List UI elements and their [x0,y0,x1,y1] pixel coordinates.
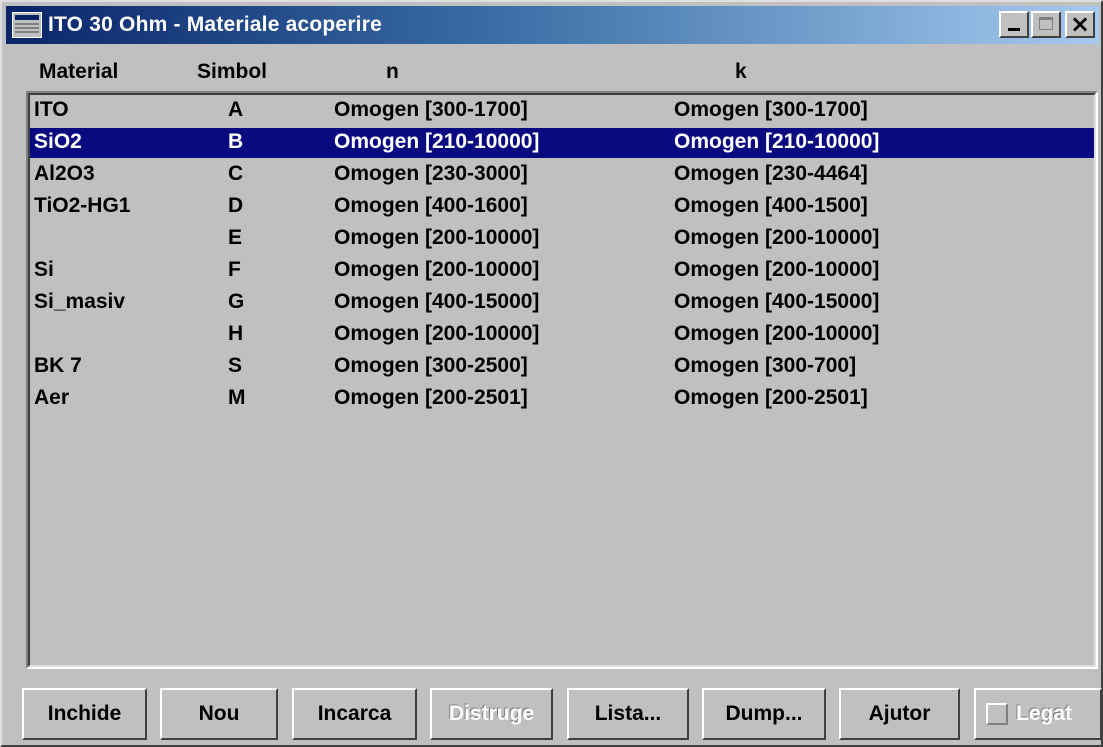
material-cell: BK 7 [34,354,82,377]
k-cell: Omogen [300-1700] [674,98,868,121]
window-title: ITO 30 Ohm - Materiale acoperire [48,13,382,36]
material-cell: SiO2 [34,130,82,153]
symbol-cell: D [228,194,244,217]
close-window-button[interactable]: × [1065,10,1095,38]
list-item[interactable]: TiO2-HG1 D Omogen [400-1600] Omogen [400-15… [30,192,1094,222]
list-button[interactable]: Lista... [567,688,689,740]
symbol-cell: M [228,386,246,409]
list-item[interactable]: ITO A Omogen [300-1700] Omogen [300-1700] [30,96,1094,126]
title-bar[interactable]: ITO 30 Ohm - Materiale acoperire × [6,6,1099,44]
n-cell: Omogen [300-1700] [334,98,528,121]
linked-checkbox-label: Legat [1016,702,1073,725]
k-cell: Omogen [200-2501] [674,386,868,409]
list-item[interactable]: Si_masiv G Omogen [400-15000] Omogen [400-1… [30,288,1094,318]
k-cell: Omogen [400-1500] [674,194,868,217]
material-cell: ITO [34,98,69,121]
load-button[interactable]: Incarca [292,688,417,740]
k-cell: Omogen [200-10000] [674,226,880,249]
destroy-button: Distruge [430,688,553,740]
n-cell: Omogen [300-2500] [334,354,528,377]
symbol-cell: G [228,290,245,313]
linked-checkbox: Legat [974,688,1102,740]
column-header-symbol: Simbol [197,60,268,83]
symbol-cell: A [228,98,244,121]
symbol-cell: C [228,162,244,185]
column-header-n: n [386,60,399,83]
list-item[interactable]: SiO2 B Omogen [210-10000] Omogen [210-10000… [30,128,1094,158]
list-item[interactable]: H Omogen [200-10000] Omogen [200-10000] [30,320,1094,350]
material-cell: Aer [34,386,70,409]
checkbox-box [986,703,1008,725]
materials-list-content: ITO A Omogen [300-1700] Omogen [300-1700] Si… [28,93,1096,667]
k-cell: Omogen [210-10000] [674,130,880,153]
n-cell: Omogen [200-10000] [334,258,540,281]
symbol-cell: E [228,226,243,249]
k-cell: Omogen [300-700] [674,354,857,377]
materials-list[interactable]: ITO A Omogen [300-1700] Omogen [300-1700] Si… [26,91,1098,669]
k-cell: Omogen [400-15000] [674,290,880,313]
k-cell: Omogen [200-10000] [674,322,880,345]
column-header-k: k [735,60,747,83]
material-cell: Si_masiv [34,290,126,313]
column-header-material: Material [39,60,119,83]
maximize-button [1031,11,1061,38]
dump-button[interactable]: Dump... [702,688,826,740]
close-button[interactable]: Inchide [22,688,147,740]
window-controls: × [999,10,1095,38]
help-button[interactable]: Ajutor [839,688,960,740]
list-item[interactable]: BK 7 S Omogen [300-2500] Omogen [300-700] [30,352,1094,382]
n-cell: Omogen [400-15000] [334,290,540,313]
column-headers: Material Simbol n k [2,60,1103,90]
material-cell: Al2O3 [34,162,95,185]
maximize-icon [1039,17,1053,30]
symbol-cell: B [228,130,244,153]
n-cell: Omogen [200-2501] [334,386,528,409]
close-icon: × [1069,10,1091,38]
material-cell: TiO2-HG1 [34,194,131,217]
list-item[interactable]: E Omogen [200-10000] Omogen [200-10000] [30,224,1094,254]
material-cell: Si [34,258,54,281]
symbol-cell: F [228,258,241,281]
n-cell: Omogen [400-1600] [334,194,528,217]
list-item[interactable]: Si F Omogen [200-10000] Omogen [200-10000] [30,256,1094,286]
k-cell: Omogen [200-10000] [674,258,880,281]
minimize-icon [1008,28,1020,31]
n-cell: Omogen [200-10000] [334,226,540,249]
symbol-cell: H [228,322,244,345]
materials-window: ITO 30 Ohm - Materiale acoperire × Mater… [0,0,1103,747]
new-button[interactable]: Nou [160,688,278,740]
k-cell: Omogen [230-4464] [674,162,868,185]
symbol-cell: S [228,354,243,377]
n-cell: Omogen [200-10000] [334,322,540,345]
n-cell: Omogen [230-3000] [334,162,528,185]
list-item[interactable]: Aer M Omogen [200-2501] Omogen [200-2501] [30,384,1094,414]
n-cell: Omogen [210-10000] [334,130,540,153]
button-bar: Inchide Nou Incarca Distruge Lista... Du… [2,688,1103,740]
list-item[interactable]: Al2O3 C Omogen [230-3000] Omogen [230-4464] [30,160,1094,190]
minimize-button[interactable] [999,11,1029,38]
window-app-icon[interactable] [12,12,42,38]
